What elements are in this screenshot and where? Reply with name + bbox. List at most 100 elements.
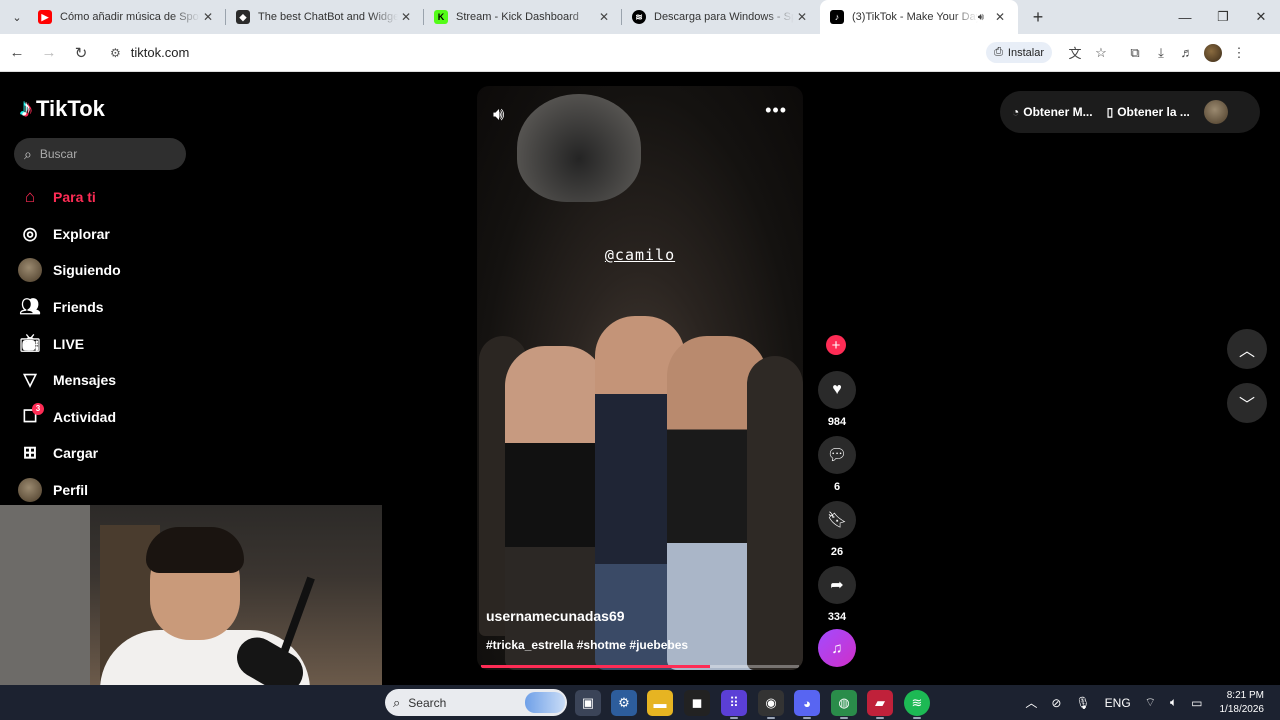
video-hashtags[interactable]: #tricka_estrella #shotme #juebebes — [486, 638, 688, 652]
search-input[interactable] — [39, 147, 160, 161]
close-tab-icon[interactable]: ✕ — [992, 10, 1008, 24]
language-indicator[interactable]: ENG — [1105, 696, 1131, 710]
sidebar-item-friends[interactable]: 👥︎ Friends — [18, 289, 121, 326]
tiktok-logo[interactable]: ♪ TikTok — [20, 95, 105, 123]
sidebar-item-siguiendo[interactable]: Siguiendo — [18, 252, 121, 289]
clock-date: 1/18/2026 — [1219, 703, 1265, 715]
next-video-button[interactable]: ﹀ — [1227, 383, 1267, 423]
video-username[interactable]: usernamecunadas69 — [486, 608, 625, 624]
browser-tab-bar: ⌄ ▶ Cómo añadir música de Spotify ✕ ◆ Th… — [0, 0, 1280, 34]
chevron-up-icon[interactable]: ︿ — [1025, 694, 1037, 711]
header-actions: ◔ Obtener M... ▯ Obtener la ... — [1000, 91, 1260, 133]
profile-avatar[interactable] — [1200, 40, 1226, 66]
settings-gear-icon[interactable]: ⚙ — [611, 690, 637, 716]
sidebar-item-actividad[interactable]: ☐ 3 Actividad — [18, 399, 121, 436]
browser-tab[interactable]: ≋ Descarga para Windows - Spoti ✕ — [622, 0, 820, 34]
url-text[interactable]: tiktok.com — [131, 45, 986, 60]
comment-icon[interactable]: 💬︎ — [818, 436, 856, 474]
close-tab-icon[interactable]: ✕ — [200, 10, 216, 24]
site-info-icon[interactable]: ⚙ — [110, 46, 121, 60]
bookmark-icon[interactable]: 🔖︎ — [818, 501, 856, 539]
wifi-icon[interactable]: ⌔ — [1145, 695, 1156, 710]
browser-tab[interactable]: ◆ The best ChatBot and Widgets f ✕ — [226, 0, 424, 34]
comment-action[interactable]: 💬︎ 6 — [816, 436, 858, 493]
avatar[interactable] — [1203, 100, 1228, 124]
heart-icon[interactable]: ♥ — [818, 371, 856, 409]
share-icon[interactable]: ➦ — [818, 566, 856, 604]
sidebar-item-para-ti[interactable]: ⌂ Para ti — [18, 179, 121, 216]
follow-plus-icon[interactable]: + — [826, 335, 846, 355]
bookmark-star-icon[interactable]: ☆ — [1088, 40, 1114, 66]
back-button[interactable]: ← — [2, 38, 32, 68]
volume-icon[interactable]: 🔈︎ — [1170, 695, 1177, 710]
tab-title: (3)TikTok - Make Your Day — [852, 11, 978, 23]
clock[interactable]: 8:21 PM 1/18/2026 — [1220, 689, 1265, 717]
battery-icon[interactable]: ▭ — [1191, 696, 1202, 710]
microphone-icon[interactable]: 🎙︎ — [1075, 696, 1090, 710]
media-control-icon[interactable]: ♬ — [1174, 40, 1200, 66]
app-grid-icon[interactable]: ⠿ — [721, 690, 747, 719]
sidebar-item-perfil[interactable]: Perfil — [18, 472, 121, 509]
video-player[interactable]: 🔊︎ ••• @camilo usernamecunadas69 #tricka… — [477, 86, 803, 670]
sidebar-item-label: Perfil — [53, 482, 89, 499]
youtube-favicon-icon: ▶ — [38, 10, 52, 24]
get-app-button[interactable]: ▯ Obtener la ... — [1107, 105, 1190, 119]
discord-icon[interactable]: ◕ — [794, 690, 820, 719]
taskbar-search[interactable]: ⌕ Search — [385, 689, 567, 716]
sidebar-item-mensajes[interactable]: ▽ Mensajes — [18, 362, 121, 399]
search-icon: ⌕ — [24, 145, 32, 162]
search-box[interactable]: ⌕ — [14, 138, 186, 170]
video-progress-bar[interactable] — [481, 665, 799, 668]
browser-tab[interactable]: K Stream - Kick Dashboard ✕ — [424, 0, 622, 34]
tiktok-note-icon: ♪ — [20, 95, 32, 122]
tab-search-button[interactable]: ⌄ — [6, 6, 28, 28]
forward-button[interactable]: → — [34, 38, 64, 68]
network-off-icon[interactable]: ⊘ — [1051, 696, 1061, 710]
share-action[interactable]: ➦ 334 — [816, 566, 858, 623]
like-action[interactable]: ♥ 984 — [816, 371, 858, 428]
translate-icon[interactable]: 文 — [1062, 40, 1088, 66]
clock-time: 8:21 PM — [1226, 689, 1264, 701]
task-view-icon[interactable]: ▣ — [575, 690, 601, 716]
phone-icon: ▯ — [1106, 105, 1114, 119]
menu-kebab-icon[interactable]: ⋮ — [1226, 40, 1252, 66]
install-app-button[interactable]: ⎙ Instalar — [986, 42, 1052, 63]
close-tab-icon[interactable]: ✕ — [596, 10, 612, 24]
search-highlight-image — [525, 692, 565, 713]
avatar — [18, 478, 42, 503]
save-action[interactable]: 🔖︎ 26 — [816, 501, 858, 558]
sidebar-item-explorar[interactable]: ◎ Explorar — [18, 216, 121, 253]
sidebar-item-cargar[interactable]: ⊞ Cargar — [18, 435, 121, 472]
minimize-icon[interactable]: — — [1166, 0, 1204, 34]
reload-button[interactable]: ↻ — [66, 38, 96, 68]
close-tab-icon[interactable]: ✕ — [794, 10, 810, 24]
speaker-icon[interactable]: 🔊︎ — [978, 12, 984, 23]
tab-title: Stream - Kick Dashboard — [456, 11, 579, 23]
get-coins-button[interactable]: ◔ Obtener M... — [1012, 105, 1093, 119]
download-icon[interactable]: ⤓ — [1148, 40, 1174, 66]
video-lamp — [517, 94, 641, 202]
search-icon: ⌕ — [393, 694, 401, 710]
spotify-icon[interactable]: ≋ — [904, 690, 930, 719]
address-bar[interactable]: ⚙ tiktok.com ⎙ Instalar 文 ☆ — [104, 37, 1114, 68]
new-tab-button[interactable]: + — [1024, 7, 1052, 28]
tiktok-favicon-icon: ♪ — [830, 10, 844, 24]
close-tab-icon[interactable]: ✕ — [398, 10, 414, 24]
game-app-icon[interactable]: ▰ — [867, 690, 893, 719]
streaming-app-icon[interactable]: ◼ — [684, 690, 710, 716]
sidebar-item-live[interactable]: 📺︎ LIVE — [18, 325, 121, 362]
close-window-icon[interactable]: ✕ — [1242, 0, 1280, 34]
previous-video-button[interactable]: ︿ — [1227, 329, 1267, 369]
browser-tab[interactable]: ▶ Cómo añadir música de Spotify ✕ — [28, 0, 226, 34]
more-options-icon[interactable]: ••• — [765, 100, 787, 121]
file-explorer-icon[interactable]: ▬ — [647, 690, 673, 716]
extensions-icon[interactable]: ⧉ — [1122, 40, 1148, 66]
browser-tab-active[interactable]: ♪ (3)TikTok - Make Your Day 🔊︎ ✕ — [820, 0, 1018, 34]
music-disc-icon[interactable]: ♫ — [818, 629, 856, 667]
taskbar-search-label: Search — [408, 695, 447, 710]
chrome-icon[interactable]: ◍ — [831, 690, 857, 719]
sidebar-item-label: Explorar — [53, 225, 110, 242]
obs-icon[interactable]: ◉ — [758, 690, 784, 719]
speaker-icon[interactable]: 🔊︎ — [493, 104, 504, 125]
restore-icon[interactable]: ❐ — [1204, 0, 1242, 34]
